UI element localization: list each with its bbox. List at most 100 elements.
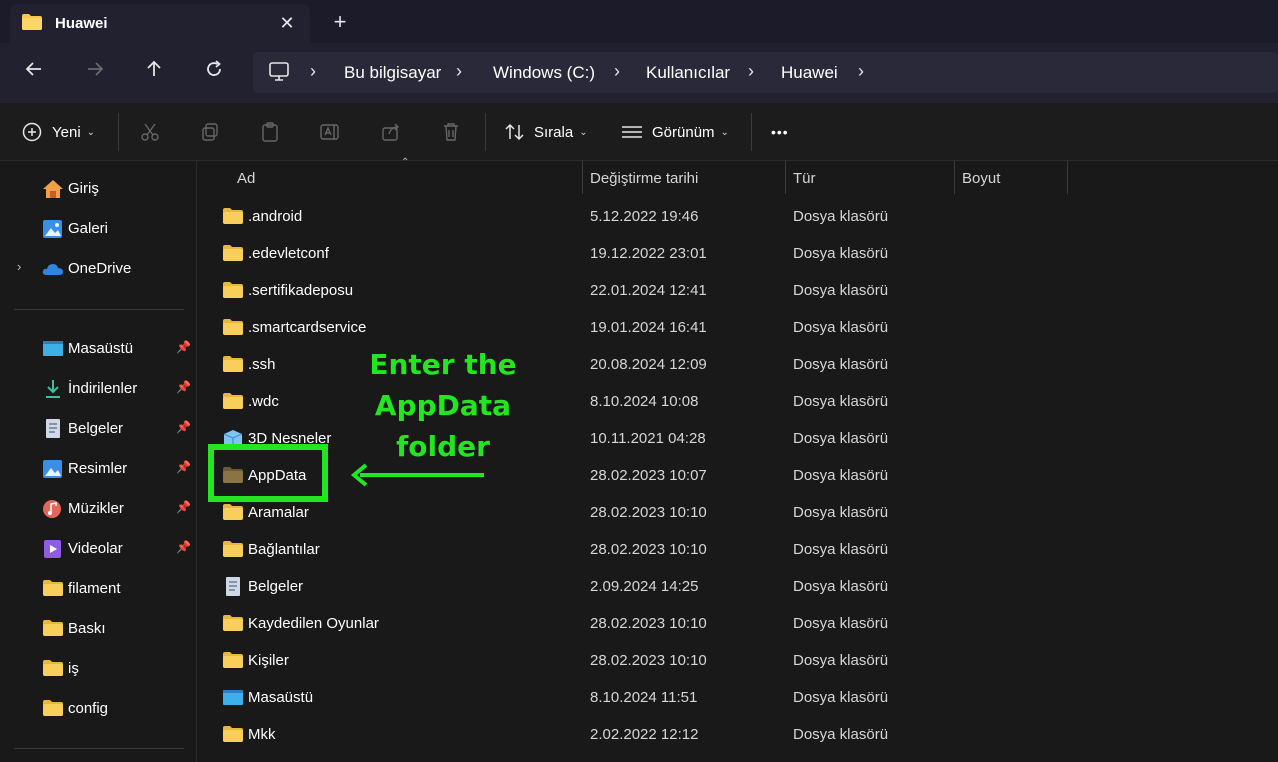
tab-huawei[interactable]: Huawei ✕ [10, 4, 310, 43]
paste-button[interactable] [260, 120, 280, 144]
navigation-bar: › Bu bilgisayar › Windows (C:) › Kullanı… [0, 43, 1278, 103]
breadcrumb-this-pc[interactable]: Bu bilgisayar [344, 63, 441, 83]
annotation-line: AppData [374, 389, 512, 422]
column-header-type[interactable]: Tür [786, 161, 954, 194]
sidebar-item-label: Videolar [68, 540, 123, 557]
new-tab-button[interactable]: + [326, 9, 354, 35]
file-row[interactable]: .android 5.12.2022 19:46 Dosya klasörü [198, 199, 1278, 236]
pin-icon[interactable]: 📌 [176, 340, 191, 354]
tab-title: Huawei [55, 15, 108, 32]
file-name: .sertifikadeposu [248, 282, 354, 299]
copy-icon [202, 123, 218, 141]
sort-button[interactable]: Sırala ⌄ [504, 120, 588, 144]
column-header-size[interactable]: Boyut [955, 161, 1067, 194]
pin-icon[interactable]: 📌 [176, 460, 191, 474]
computer-icon [268, 62, 290, 86]
file-type: Dosya klasörü [793, 245, 889, 262]
sidebar-item-onedrive[interactable]: › OneDrive [0, 251, 196, 287]
rename-button[interactable] [320, 120, 342, 144]
forward-arrow-icon [88, 62, 104, 76]
column-header-date-modified[interactable]: Değiştirme tarihi [583, 161, 785, 194]
column-header-label: Tür [793, 170, 816, 187]
file-row[interactable]: Bağlantılar 28.02.2023 10:10 Dosya klasörü [198, 532, 1278, 569]
column-divider[interactable] [1067, 161, 1068, 194]
chevron-right-icon: › [858, 61, 864, 81]
chevron-right-icon[interactable]: › [17, 259, 21, 274]
new-button[interactable]: Yeni ⌄ [22, 120, 95, 144]
chevron-right-icon: › [614, 61, 620, 81]
more-options-button[interactable]: ••• [771, 120, 789, 144]
column-header-name[interactable]: Ad [198, 161, 582, 194]
toolbar-divider [485, 113, 486, 151]
breadcrumb-windows-c[interactable]: Windows (C:) [493, 63, 595, 83]
trash-icon [444, 123, 458, 141]
file-row[interactable]: Masaüstü 8.10.2024 11:51 Dosya klasörü [198, 680, 1278, 717]
delete-button[interactable] [441, 120, 461, 144]
sidebar-item-label: filament [68, 580, 121, 597]
folder-icon [42, 619, 64, 639]
back-arrow-icon [25, 62, 41, 76]
refresh-button[interactable] [199, 59, 229, 87]
file-row[interactable]: .edevletconf 19.12.2022 23:01 Dosya klasör… [198, 236, 1278, 273]
sidebar-divider [14, 309, 184, 310]
forward-button[interactable] [80, 59, 110, 87]
sidebar-item-is[interactable]: iş [0, 651, 196, 687]
folder-icon [222, 725, 244, 743]
desktop-icon [42, 339, 64, 359]
annotation-line: Enter the [369, 348, 517, 381]
sidebar-item-documents[interactable]: Belgeler 📌 [0, 411, 196, 447]
sidebar-item-pictures[interactable]: Resimler 📌 [0, 451, 196, 487]
folder-icon [222, 503, 244, 521]
cut-button[interactable] [140, 120, 160, 144]
sidebar-item-music[interactable]: Müzikler 📌 [0, 491, 196, 527]
file-date-modified: 22.01.2024 12:41 [590, 282, 707, 299]
file-row[interactable]: Aramalar 28.02.2023 10:10 Dosya klasörü [198, 495, 1278, 532]
breadcrumb-users[interactable]: Kullanıcılar [646, 63, 730, 83]
sidebar-item-config[interactable]: config [0, 691, 196, 727]
home-icon [42, 179, 64, 199]
pin-icon[interactable]: 📌 [176, 420, 191, 434]
downloads-icon [42, 379, 64, 399]
onedrive-icon [42, 259, 64, 279]
sidebar-item-downloads[interactable]: İndirilenler 📌 [0, 371, 196, 407]
pin-icon[interactable]: 📌 [176, 540, 191, 554]
toolbar-divider [751, 113, 752, 151]
folder-icon [222, 207, 244, 225]
pin-icon[interactable]: 📌 [176, 380, 191, 394]
sidebar-item-filament[interactable]: filament [0, 571, 196, 607]
chevron-down-icon: ⌄ [579, 126, 588, 138]
folder-icon [222, 244, 244, 262]
sidebar-item-home[interactable]: Giriş [0, 171, 196, 207]
sidebar-item-label: config [68, 700, 109, 717]
up-arrow-icon [147, 60, 161, 76]
folder-icon [222, 355, 244, 373]
file-type: Dosya klasörü [793, 689, 889, 706]
file-row[interactable]: .smartcardservice 19.01.2024 16:41 Dosya k… [198, 310, 1278, 347]
address-bar[interactable]: › Bu bilgisayar › Windows (C:) › Kullanı… [253, 52, 1278, 93]
file-row[interactable]: Mkk 2.02.2022 12:12 Dosya klasörü [198, 717, 1278, 754]
file-type: Dosya klasörü [793, 319, 889, 336]
close-tab-icon[interactable]: ✕ [273, 10, 301, 36]
copy-button[interactable] [200, 120, 220, 144]
videos-icon [42, 539, 64, 559]
breadcrumb-huawei[interactable]: Huawei [781, 63, 838, 83]
file-name: .ssh [248, 356, 276, 373]
pin-icon[interactable]: 📌 [176, 500, 191, 514]
folder-icon [22, 14, 42, 34]
back-button[interactable] [19, 59, 49, 87]
documents-icon [222, 577, 244, 596]
sidebar-item-baski[interactable]: Baskı [0, 611, 196, 647]
file-type: Dosya klasörü [793, 504, 889, 521]
share-button[interactable] [381, 120, 401, 144]
up-button[interactable] [139, 59, 169, 87]
file-row[interactable]: Kişiler 28.02.2023 10:10 Dosya klasörü [198, 643, 1278, 680]
file-row[interactable]: Kaydedilen Oyunlar 28.02.2023 10:10 Dosya … [198, 606, 1278, 643]
sidebar-item-gallery[interactable]: Galeri [0, 211, 196, 247]
file-row[interactable]: Belgeler 2.09.2024 14:25 Dosya klasörü [198, 569, 1278, 606]
sidebar-item-desktop[interactable]: Masaüstü 📌 [0, 331, 196, 367]
view-button[interactable]: Görünüm ⌄ [621, 120, 729, 144]
file-row[interactable]: .sertifikadeposu 22.01.2024 12:41 Dosya kl… [198, 273, 1278, 310]
file-date-modified: 2.09.2024 14:25 [590, 578, 699, 595]
sidebar-item-label: Baskı [68, 620, 106, 637]
sidebar-item-videos[interactable]: Videolar 📌 [0, 531, 196, 567]
